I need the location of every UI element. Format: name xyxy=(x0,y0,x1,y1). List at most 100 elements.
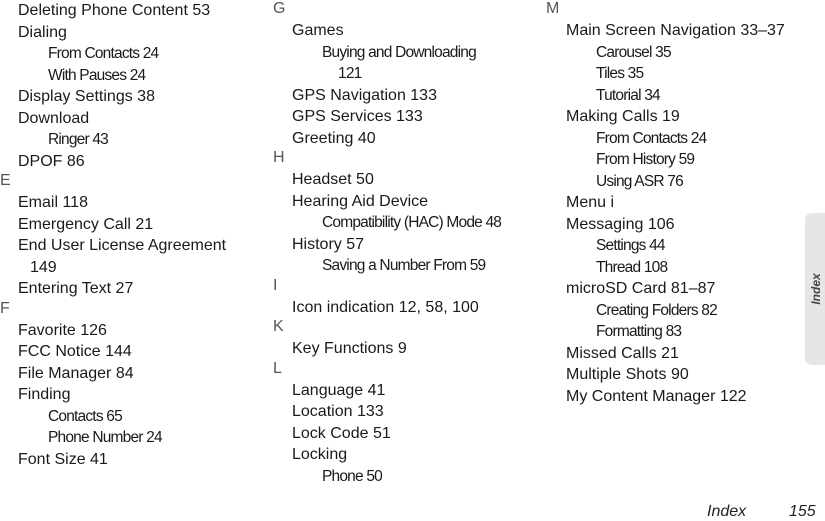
entry-text: Buying and Downloading xyxy=(322,43,477,61)
entry-text: Icon indication 12, 58, 100 xyxy=(292,298,479,316)
entry-text: Hearing Aid Device xyxy=(292,192,429,210)
index-entry: Font Size 41 xyxy=(0,449,260,471)
entry-text: Dialing xyxy=(18,23,67,41)
entry-text: Formatting 83 xyxy=(596,323,682,340)
index-entry: Display Settings 38 xyxy=(0,86,260,108)
entry-text: M xyxy=(546,0,560,17)
entry-text: Menu i xyxy=(566,194,615,211)
index-subentry: Settings 44 xyxy=(546,235,806,257)
index-entry: microSD Card 81–87 xyxy=(546,278,806,300)
index-entry: Emergency Call 21 xyxy=(0,214,260,236)
index-subentry: From Contacts 24 xyxy=(0,43,260,65)
index-entry: Main Screen Navigation 33–37 xyxy=(546,20,806,42)
entry-text: I xyxy=(273,276,278,294)
entry-text: Location 133 xyxy=(292,403,384,420)
entry-text: Main Screen Navigation 33–37 xyxy=(566,22,785,39)
index-entry: Deleting Phone Content 53 xyxy=(0,0,260,22)
index-subentry: Phone 50 xyxy=(273,466,533,488)
index-letter-heading: I xyxy=(273,275,533,297)
index-entry: Email 118 xyxy=(0,192,260,214)
index-letter-heading: M xyxy=(546,0,806,20)
entry-text: Download xyxy=(18,109,90,127)
entry-text: From Contacts 24 xyxy=(48,45,159,62)
entry-text: Multiple Shots 90 xyxy=(566,366,689,383)
entry-text: Messaging 106 xyxy=(566,215,675,233)
entry-text: Saving a Number From 59 xyxy=(322,257,486,274)
entry-text: Making Calls 19 xyxy=(566,108,680,125)
index-letter-heading: G xyxy=(273,0,533,20)
entry-text: Entering Text 27 xyxy=(18,280,134,297)
index-subentry: Carousel 35 xyxy=(546,42,806,64)
index-column-3: M Main Screen Navigation 33–37 Carousel 35… xyxy=(546,0,806,407)
entry-text: Email 118 xyxy=(18,194,88,211)
entry-text: Display Settings 38 xyxy=(18,88,155,105)
entry-text: From Contacts 24 xyxy=(596,129,707,147)
entry-text: File Manager 84 xyxy=(18,364,134,382)
index-letter-heading: L xyxy=(273,358,533,380)
entry-text: Thread 108 xyxy=(596,258,668,276)
index-entry: File Manager 84 xyxy=(0,363,260,385)
index-letter-heading: K xyxy=(273,316,533,338)
entry-text: GPS Services 133 xyxy=(292,108,423,125)
entry-text: Lock Code 51 xyxy=(292,424,391,442)
entry-text: End User License Agreement xyxy=(18,237,227,254)
index-subentry: Ringer 43 xyxy=(0,129,260,151)
index-entry: Games xyxy=(273,20,533,42)
index-entry: Language 41 xyxy=(273,380,533,402)
entry-text: microSD Card 81–87 xyxy=(566,280,716,297)
index-entry: GPS Services 133 xyxy=(273,106,533,128)
entry-text: F xyxy=(0,299,10,317)
index-subentry: Formatting 83 xyxy=(546,321,806,343)
index-entry: Entering Text 27 xyxy=(0,278,260,300)
entry-text: H xyxy=(273,149,285,166)
index-subentry: Compatibility (HAC) Mode 48 xyxy=(273,212,533,234)
index-entry: Hearing Aid Device xyxy=(273,191,533,213)
entry-text: Key Functions 9 xyxy=(292,340,407,357)
entry-text: Finding xyxy=(18,386,71,403)
index-entry: Missed Calls 21 xyxy=(546,343,806,365)
entry-page-continuation: 149 xyxy=(30,258,57,276)
entry-text: Carousel 35 xyxy=(596,43,672,61)
index-entry: DPOF 86 xyxy=(0,151,260,173)
footer-section-label: Index xyxy=(707,503,747,520)
entry-text: Tiles 35 xyxy=(596,65,644,82)
index-subentry: Buying and Downloading 121 xyxy=(273,42,533,85)
entry-text: FCC Notice 144 xyxy=(18,343,132,360)
index-entry: End User License Agreement 149 xyxy=(0,235,260,278)
section-side-tab: Index xyxy=(805,213,825,365)
entry-text: Tutorial 34 xyxy=(596,86,661,104)
entry-text: With Pauses 24 xyxy=(48,66,146,84)
index-entry: Menu i xyxy=(546,192,806,214)
index-entry: FCC Notice 144 xyxy=(0,341,260,363)
index-letter-heading: H xyxy=(273,147,533,169)
entry-text: E xyxy=(0,172,11,189)
entry-text: Font Size 41 xyxy=(18,450,108,468)
index-entry: Favorite 126 xyxy=(0,320,260,342)
entry-text: DPOF 86 xyxy=(18,152,85,170)
side-tab-label: Index xyxy=(809,273,823,305)
entry-text: Phone 50 xyxy=(322,467,383,485)
entry-text: Emergency Call 21 xyxy=(18,215,154,233)
entry-text: Using ASR 76 xyxy=(596,172,684,190)
entry-text: G xyxy=(273,0,286,17)
index-subentry: Thread 108 xyxy=(546,257,806,279)
entry-text: Deleting Phone Content 53 xyxy=(18,2,211,19)
index-subentry: Tiles 35 xyxy=(546,63,806,85)
entry-page-continuation: 121 xyxy=(338,65,362,82)
entry-text: From History 59 xyxy=(596,151,695,168)
index-subentry: Phone Number 24 xyxy=(0,427,260,449)
index-column-1: Deleting Phone Content 53 Dialing From Con… xyxy=(0,0,260,470)
index-entry: Locking xyxy=(273,444,533,466)
index-subentry: From Contacts 24 xyxy=(546,128,806,150)
entry-text: History 57 xyxy=(292,235,365,253)
index-entry: Multiple Shots 90 xyxy=(546,364,806,386)
entry-text: Ringer 43 xyxy=(48,131,109,148)
entry-text: Headset 50 xyxy=(292,171,374,188)
entry-text: Greeting 40 xyxy=(292,129,376,147)
entry-text: Phone Number 24 xyxy=(48,429,163,446)
entry-text: Compatibility (HAC) Mode 48 xyxy=(322,214,502,231)
entry-text: Missed Calls 21 xyxy=(566,344,679,362)
index-entry: My Content Manager 122 xyxy=(546,386,806,408)
index-entry: Making Calls 19 xyxy=(546,106,806,128)
index-entry: Icon indication 12, 58, 100 xyxy=(273,297,533,319)
